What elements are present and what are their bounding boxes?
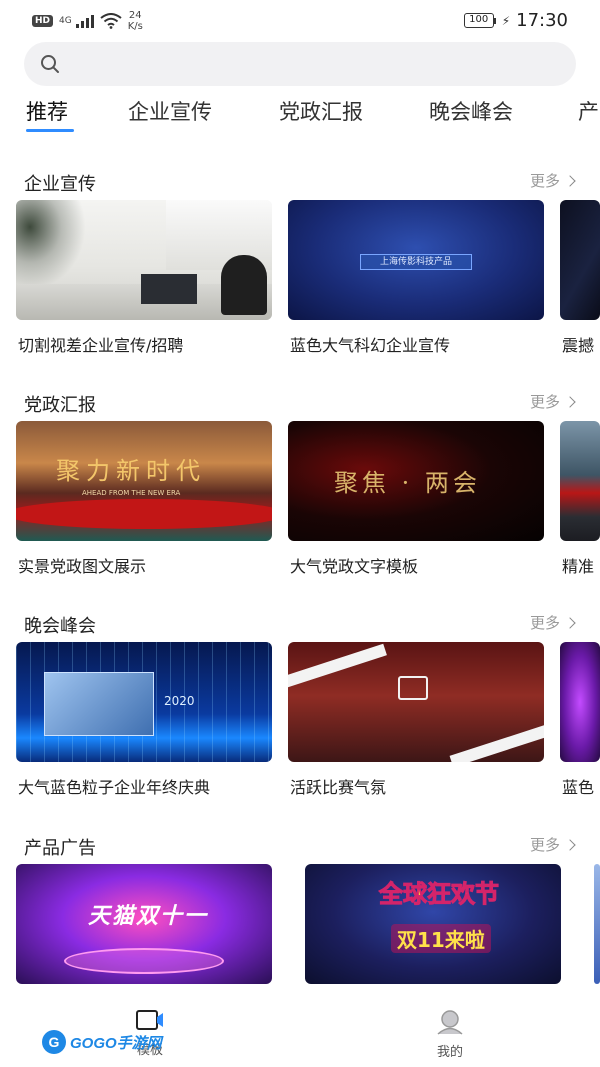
template-thumbnail[interactable] — [594, 864, 600, 984]
chevron-right-icon — [564, 616, 576, 629]
tab-enterprise-promo[interactable]: 企业宣传 — [128, 96, 212, 126]
template-thumbnail[interactable] — [560, 421, 600, 541]
more-link[interactable]: 更多 — [529, 834, 576, 855]
section-title: 党政汇报 — [24, 395, 96, 416]
chevron-right-icon — [564, 174, 576, 187]
battery-icon: 100 — [463, 13, 496, 28]
template-title: 精准 — [562, 557, 595, 576]
status-left: HD 4G 24 K/s — [32, 10, 143, 32]
template-title: 活跃比赛气氛 — [290, 778, 387, 797]
profile-icon — [437, 1010, 463, 1035]
clock: 17:30 — [516, 10, 568, 31]
hd-indicator: HD — [32, 15, 54, 27]
template-card[interactable]: 震撼 — [560, 200, 600, 355]
template-title: 大气蓝色粒子企业年终庆典 — [18, 778, 211, 797]
svg-text:G: G — [49, 1034, 60, 1050]
thumbnail-caption: 聚焦 · 两会 — [334, 469, 481, 497]
thumbnail-caption: 聚力新时代 — [56, 457, 206, 485]
template-title: 大气党政文字模板 — [290, 557, 419, 576]
active-tab-indicator — [26, 129, 74, 132]
signal-icon — [75, 14, 94, 28]
template-thumbnail[interactable] — [16, 200, 272, 320]
template-card[interactable]: 聚力新时代 AHEAD FROM THE NEW ERA 实景党政图文展示 — [16, 421, 272, 576]
search-input[interactable] — [72, 42, 552, 86]
template-title: 蓝色 — [562, 778, 595, 797]
template-card[interactable]: 全球狂欢节 双11来啦 — [305, 864, 561, 984]
thumbnail-caption: 上海传影科技产品 — [360, 254, 472, 270]
template-thumbnail[interactable] — [288, 642, 544, 762]
status-bar: HD 4G 24 K/s 100 ⚡ 17:30 — [0, 0, 600, 40]
tab-party-report[interactable]: 党政汇报 — [279, 96, 363, 126]
template-thumbnail[interactable] — [560, 200, 600, 320]
template-thumbnail[interactable]: 天猫双十一 — [16, 864, 272, 984]
thumbnail-subcaption: 双11来啦 — [391, 924, 491, 953]
svg-text:GOGO手游网: GOGO手游网 — [70, 1035, 165, 1052]
tab-gala-summit[interactable]: 晚会峰会 — [429, 96, 513, 126]
template-thumbnail[interactable]: 聚焦 · 两会 — [288, 421, 544, 541]
template-card[interactable]: 切割视差企业宣传/招聘 — [16, 200, 272, 355]
template-card[interactable] — [594, 864, 600, 984]
template-card[interactable]: 上海传影科技产品 蓝色大气科幻企业宣传 — [288, 200, 544, 355]
more-label: 更多 — [529, 172, 560, 190]
template-card[interactable]: 聚焦 · 两会 大气党政文字模板 — [288, 421, 544, 576]
template-title: 切割视差企业宣传/招聘 — [18, 336, 184, 355]
thumbnail-caption: 2020 — [164, 694, 195, 708]
template-thumbnail[interactable]: 2020 — [16, 642, 272, 762]
more-link[interactable]: 更多 — [529, 391, 576, 412]
speed-value: 24 — [128, 10, 142, 21]
category-tabs: 推荐 企业宣传 党政汇报 晚会峰会 产 — [0, 96, 600, 140]
search-bar[interactable] — [24, 42, 576, 86]
more-label: 更多 — [529, 393, 560, 411]
search-icon[interactable] — [40, 54, 60, 74]
network-type: 4G — [59, 16, 72, 26]
template-title: 震撼 — [562, 336, 595, 355]
nav-label: 我的 — [436, 1045, 463, 1060]
template-thumbnail[interactable]: 上海传影科技产品 — [288, 200, 544, 320]
template-title: 实景党政图文展示 — [18, 557, 147, 576]
chevron-right-icon — [564, 395, 576, 408]
section-title: 企业宣传 — [24, 174, 96, 195]
network-speed: 24 K/s — [128, 10, 143, 32]
template-card[interactable]: 天猫双十一 — [16, 864, 272, 984]
template-thumbnail[interactable]: 全球狂欢节 双11来啦 — [305, 864, 561, 984]
template-thumbnail[interactable] — [560, 642, 600, 762]
tab-product[interactable]: 产 — [578, 96, 599, 126]
template-thumbnail[interactable]: 聚力新时代 AHEAD FROM THE NEW ERA — [16, 421, 272, 541]
thumbnail-caption: 全球狂欢节 — [379, 880, 500, 909]
section-title: 晚会峰会 — [24, 616, 96, 637]
template-card[interactable]: 2020 大气蓝色粒子企业年终庆典 — [16, 642, 272, 797]
more-label: 更多 — [529, 836, 560, 854]
gogo-watermark-logo: G GOGO手游网 — [42, 1030, 165, 1054]
thumbnail-subcaption: AHEAD FROM THE NEW ERA — [82, 489, 181, 497]
template-card[interactable]: 精准 — [560, 421, 600, 576]
charging-icon: ⚡ — [501, 13, 511, 28]
tab-recommend[interactable]: 推荐 — [26, 96, 68, 126]
battery-level: 100 — [463, 13, 494, 28]
nav-item-profile[interactable]: 我的 — [410, 1009, 490, 1060]
more-label: 更多 — [529, 614, 560, 632]
more-link[interactable]: 更多 — [529, 612, 576, 633]
section-title: 产品广告 — [24, 838, 96, 859]
template-card[interactable]: 蓝色 — [560, 642, 600, 797]
chevron-right-icon — [564, 838, 576, 851]
template-title: 蓝色大气科幻企业宣传 — [290, 336, 451, 355]
wifi-icon — [100, 13, 122, 29]
thumbnail-caption: 天猫双十一 — [88, 904, 209, 929]
template-card[interactable]: 活跃比赛气氛 — [288, 642, 544, 797]
status-right: 100 ⚡ 17:30 — [463, 10, 568, 31]
speed-unit: K/s — [127, 21, 143, 32]
more-link[interactable]: 更多 — [529, 170, 576, 191]
